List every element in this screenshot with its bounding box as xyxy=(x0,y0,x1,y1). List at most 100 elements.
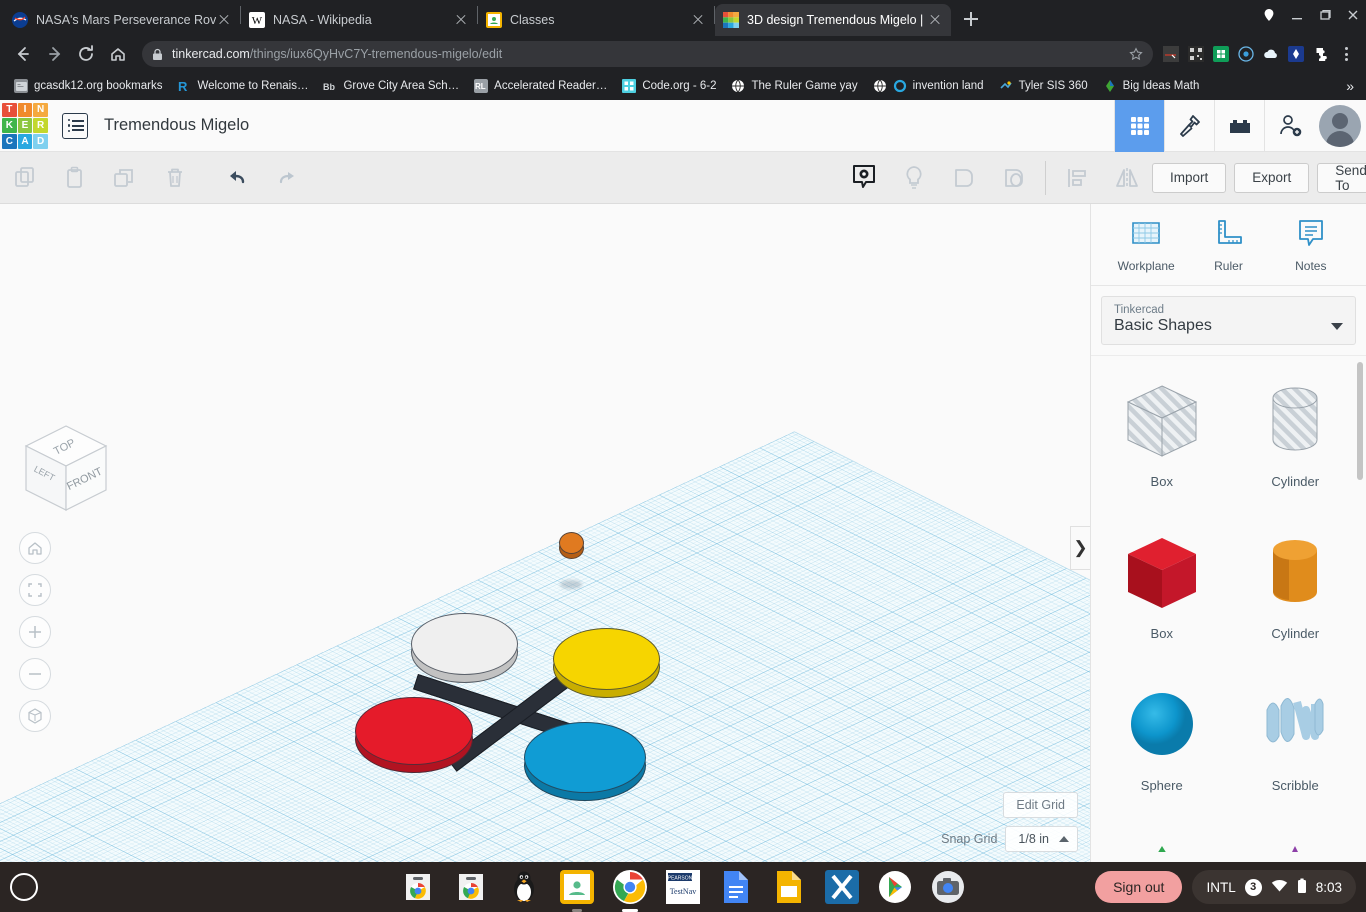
back-icon[interactable] xyxy=(8,40,36,68)
minimize-icon[interactable] xyxy=(1290,8,1304,22)
avatar[interactable] xyxy=(1314,100,1366,152)
shape-item-solid-cylinder[interactable]: Cylinder xyxy=(1229,518,1363,670)
chrome-app-shortcut-2-icon[interactable] xyxy=(453,869,489,905)
screenshot-ext-icon[interactable] xyxy=(1163,46,1179,62)
google-slides-icon[interactable] xyxy=(771,869,807,905)
bookmark-item[interactable]: Tyler SIS 360 xyxy=(993,76,1094,96)
new-tab-button[interactable] xyxy=(957,5,985,33)
xtramath-icon[interactable] xyxy=(824,869,860,905)
profile-icon[interactable] xyxy=(1262,8,1276,22)
yellow-disc[interactable] xyxy=(553,628,660,698)
shape-item-solid-box[interactable]: Box xyxy=(1095,518,1229,670)
diamond-ext-icon[interactable] xyxy=(1288,46,1304,62)
3d-viewport[interactable]: TOP LEFT FRONT Edit Grid Snap Grid 1/8 i… xyxy=(0,204,1090,862)
show-hide-icon[interactable] xyxy=(839,152,889,204)
paste-icon[interactable] xyxy=(50,152,100,204)
browser-tab-0[interactable]: NASA's Mars Perseverance Rove xyxy=(4,4,240,36)
red-disc[interactable] xyxy=(355,697,473,773)
shape-item-sphere[interactable]: Sphere xyxy=(1095,670,1229,822)
chrome-app-shortcut-icon[interactable] xyxy=(400,869,436,905)
zoom-out-icon[interactable] xyxy=(19,658,51,690)
bookmark-item[interactable]: Bb Grove City Area Sch… xyxy=(317,76,465,96)
shape-item-partial-green[interactable] xyxy=(1095,822,1229,852)
bookmark-item[interactable]: R Welcome to Renais… xyxy=(171,76,314,96)
white-disc[interactable] xyxy=(411,613,518,683)
edit-grid-button[interactable]: Edit Grid xyxy=(1003,792,1078,818)
hamburger-menu-icon[interactable] xyxy=(62,112,88,139)
send-to-button[interactable]: Send To xyxy=(1317,162,1366,193)
browser-tab-2[interactable]: Classes xyxy=(478,4,714,36)
shape-item-scribble[interactable]: Scribble xyxy=(1229,670,1363,822)
ruler-tool[interactable]: Ruler xyxy=(1191,217,1265,273)
tux-penguin-icon[interactable] xyxy=(506,869,542,905)
import-button[interactable]: Import xyxy=(1152,162,1227,193)
export-button[interactable]: Export xyxy=(1234,162,1310,193)
perspective-icon[interactable] xyxy=(19,700,51,732)
google-docs-icon[interactable] xyxy=(718,869,754,905)
panel-scrollbar[interactable] xyxy=(1357,362,1363,480)
trash-icon[interactable] xyxy=(150,152,200,204)
panel-collapse-toggle[interactable]: ❯ xyxy=(1070,526,1090,570)
fit-view-icon[interactable] xyxy=(19,574,51,606)
pearson-testnav-icon[interactable]: PEARSON TestNav xyxy=(665,869,701,905)
bookmark-item[interactable]: Big Ideas Math xyxy=(1097,76,1206,96)
add-person-icon[interactable] xyxy=(1264,99,1314,152)
gallery-grid-icon[interactable] xyxy=(1114,99,1164,152)
home-view-icon[interactable] xyxy=(19,532,51,564)
maximize-icon[interactable] xyxy=(1318,8,1332,22)
reload-icon[interactable] xyxy=(72,40,100,68)
tinkercad-logo-icon[interactable]: T I N K E R C A D xyxy=(2,102,48,149)
redo-arrow-icon[interactable] xyxy=(262,152,312,204)
cloud-ext-icon[interactable] xyxy=(1263,46,1279,62)
shape-item-hole-cylinder[interactable]: Cylinder xyxy=(1229,366,1363,518)
align-icon[interactable] xyxy=(1052,152,1102,204)
launcher-icon[interactable] xyxy=(10,873,38,901)
close-icon[interactable] xyxy=(690,12,706,28)
tinker-hammer-icon[interactable] xyxy=(1164,99,1214,152)
group-icon[interactable] xyxy=(939,152,989,204)
notes-tool[interactable]: Notes xyxy=(1274,217,1348,273)
chrome-icon[interactable] xyxy=(612,869,648,912)
close-window-icon[interactable] xyxy=(1346,8,1360,22)
puzzle-ext-icon[interactable] xyxy=(1313,46,1329,62)
browser-tab-1[interactable]: W NASA - Wikipedia xyxy=(241,4,477,36)
bookmark-item[interactable]: RL Accelerated Reader… xyxy=(468,76,613,96)
bookmark-item[interactable]: Code.org - 6-2 xyxy=(616,76,722,96)
bookmark-star-icon[interactable] xyxy=(1129,47,1143,61)
bookmark-item[interactable]: gcasdk12.org bookmarks xyxy=(8,76,168,96)
qr-code-ext-icon[interactable] xyxy=(1188,46,1204,62)
snap-grid-select[interactable]: 1/8 in xyxy=(1005,826,1078,852)
blue-disc[interactable] xyxy=(524,722,646,801)
browser-tab-3[interactable]: 3D design Tremendous Migelo | xyxy=(715,4,951,36)
target-ext-icon[interactable] xyxy=(1238,46,1254,62)
forward-icon[interactable] xyxy=(40,40,68,68)
duplicate-icon[interactable] xyxy=(100,152,150,204)
shapes-grid-container[interactable]: Box Cylinder Box Cylinder Sphere Scribbl… xyxy=(1091,355,1366,862)
copy-icon[interactable] xyxy=(0,152,50,204)
lightbulb-icon[interactable] xyxy=(889,152,939,204)
close-icon[interactable] xyxy=(216,12,232,28)
google-classroom-icon[interactable] xyxy=(559,869,595,912)
bookmark-item[interactable]: The Ruler Game yay xyxy=(725,76,863,96)
mirror-icon[interactable] xyxy=(1102,152,1152,204)
zoom-in-icon[interactable] xyxy=(19,616,51,648)
three-dot-menu-icon[interactable] xyxy=(1338,46,1354,62)
ungroup-icon[interactable] xyxy=(989,152,1039,204)
shape-item-hole-box[interactable]: Box xyxy=(1095,366,1229,518)
view-cube[interactable]: TOP LEFT FRONT xyxy=(18,420,114,516)
bookmark-item[interactable]: invention land xyxy=(867,76,990,96)
bookmarks-overflow-button[interactable]: » xyxy=(1346,78,1358,94)
home-icon[interactable] xyxy=(104,40,132,68)
workplane-tool[interactable]: Workplane xyxy=(1109,217,1183,273)
status-tray[interactable]: INTL 3 8:03 xyxy=(1192,870,1356,904)
spreadsheet-ext-icon[interactable] xyxy=(1213,46,1229,62)
sign-out-button[interactable]: Sign out xyxy=(1095,871,1183,903)
orange-cylinder[interactable] xyxy=(559,532,584,559)
camera-icon[interactable] xyxy=(930,869,966,905)
library-selector[interactable]: Tinkercad Basic Shapes xyxy=(1101,296,1356,345)
play-store-icon[interactable] xyxy=(877,869,913,905)
blocks-icon[interactable] xyxy=(1214,99,1264,152)
undo-arrow-icon[interactable] xyxy=(212,152,262,204)
shape-item-partial-purple[interactable] xyxy=(1229,822,1363,852)
address-bar[interactable]: tinkercad.com/things/iux6QyHvC7Y-tremend… xyxy=(142,41,1153,67)
